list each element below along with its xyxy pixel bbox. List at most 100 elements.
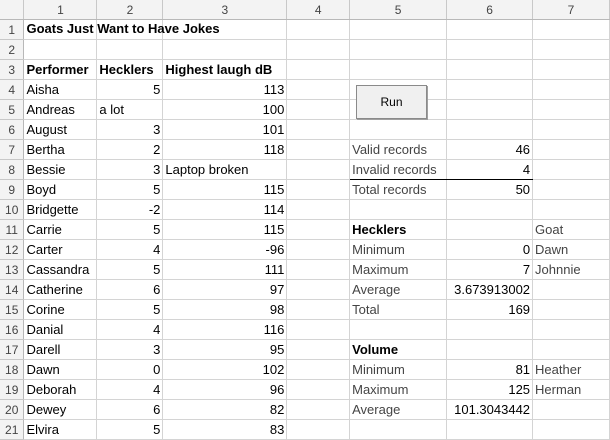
row-header-10[interactable]: 10 bbox=[0, 199, 25, 220]
cell[interactable] bbox=[532, 139, 610, 160]
cell[interactable] bbox=[286, 259, 351, 280]
cell[interactable] bbox=[286, 39, 351, 60]
hecklers-min-label[interactable]: Minimum bbox=[349, 239, 448, 260]
laugh-cell[interactable]: 113 bbox=[162, 79, 288, 100]
laugh-cell[interactable]: 95 bbox=[162, 339, 288, 360]
cell[interactable] bbox=[446, 419, 534, 440]
total-records-label[interactable]: Total records bbox=[349, 179, 448, 200]
laugh-cell[interactable]: 102 bbox=[162, 359, 288, 380]
invalid-records-label[interactable]: Invalid records bbox=[349, 159, 448, 180]
hecklers-cell[interactable]: 5 bbox=[96, 219, 164, 240]
performer-cell[interactable]: Elvira bbox=[23, 419, 98, 440]
laugh-cell[interactable]: 118 bbox=[162, 139, 288, 160]
volume-max-value[interactable]: 125 bbox=[446, 379, 534, 400]
hecklers-min-goat[interactable]: Dawn bbox=[532, 239, 610, 260]
column-header-1[interactable]: 1 bbox=[23, 0, 98, 20]
hecklers-cell[interactable]: 5 bbox=[96, 179, 164, 200]
title-cell[interactable]: Goats Just Want to Have Jokes bbox=[23, 19, 220, 40]
cell[interactable] bbox=[286, 299, 351, 320]
cell[interactable] bbox=[349, 39, 448, 60]
performer-cell[interactable]: Bridgette bbox=[23, 199, 98, 220]
volume-stats-heading[interactable]: Volume bbox=[349, 339, 448, 360]
run-button[interactable]: Run bbox=[356, 85, 427, 119]
performer-cell[interactable]: Cassandra bbox=[23, 259, 98, 280]
cell[interactable] bbox=[286, 159, 351, 180]
cell[interactable] bbox=[532, 59, 610, 80]
performer-cell[interactable]: Carrie bbox=[23, 219, 98, 240]
hecklers-avg-value[interactable]: 3.673913002 bbox=[446, 279, 534, 300]
row-header-19[interactable]: 19 bbox=[0, 379, 25, 400]
laugh-cell[interactable]: 100 bbox=[162, 99, 288, 120]
valid-records-value[interactable]: 46 bbox=[446, 139, 534, 160]
performer-cell[interactable]: Boyd bbox=[23, 179, 98, 200]
laugh-cell[interactable]: 116 bbox=[162, 319, 288, 340]
cell[interactable] bbox=[446, 119, 534, 140]
performer-cell[interactable]: Darell bbox=[23, 339, 98, 360]
hecklers-cell[interactable]: 5 bbox=[96, 79, 164, 100]
cell[interactable] bbox=[96, 39, 164, 60]
cell[interactable] bbox=[286, 79, 351, 100]
row-header-7[interactable]: 7 bbox=[0, 139, 25, 160]
row-header-16[interactable]: 16 bbox=[0, 319, 25, 340]
volume-max-goat[interactable]: Herman bbox=[532, 379, 610, 400]
row-header-3[interactable]: 3 bbox=[0, 59, 25, 80]
cell[interactable] bbox=[532, 299, 610, 320]
cell[interactable] bbox=[532, 339, 610, 360]
performer-cell[interactable]: Deborah bbox=[23, 379, 98, 400]
row-header-20[interactable]: 20 bbox=[0, 399, 25, 420]
cell[interactable] bbox=[286, 99, 351, 120]
hecklers-cell[interactable]: 4 bbox=[96, 239, 164, 260]
cell[interactable] bbox=[532, 39, 610, 60]
hecklers-max-label[interactable]: Maximum bbox=[349, 259, 448, 280]
header-performer[interactable]: Performer bbox=[23, 59, 98, 80]
volume-avg-value[interactable]: 101.3043442 bbox=[446, 399, 534, 420]
hecklers-cell[interactable]: 6 bbox=[96, 279, 164, 300]
cell[interactable] bbox=[446, 59, 534, 80]
performer-cell[interactable]: Bessie bbox=[23, 159, 98, 180]
cell[interactable] bbox=[532, 79, 610, 100]
hecklers-cell[interactable]: 4 bbox=[96, 379, 164, 400]
cell[interactable] bbox=[349, 319, 448, 340]
laugh-cell[interactable]: -96 bbox=[162, 239, 288, 260]
hecklers-cell[interactable]: 4 bbox=[96, 319, 164, 340]
hecklers-cell[interactable]: a lot bbox=[96, 99, 164, 120]
cell[interactable] bbox=[286, 139, 351, 160]
row-header-4[interactable]: 4 bbox=[0, 79, 25, 100]
hecklers-total-value[interactable]: 169 bbox=[446, 299, 534, 320]
row-header-13[interactable]: 13 bbox=[0, 259, 25, 280]
cell[interactable] bbox=[532, 279, 610, 300]
cell[interactable] bbox=[446, 79, 534, 100]
cell[interactable] bbox=[532, 399, 610, 420]
column-header-3[interactable]: 3 bbox=[162, 0, 288, 20]
cell[interactable] bbox=[286, 119, 351, 140]
cell[interactable] bbox=[349, 59, 448, 80]
hecklers-cell[interactable]: 2 bbox=[96, 139, 164, 160]
select-all-corner[interactable] bbox=[0, 0, 25, 20]
cell[interactable] bbox=[446, 219, 534, 240]
laugh-cell[interactable]: 115 bbox=[162, 179, 288, 200]
hecklers-max-goat[interactable]: Johnnie bbox=[532, 259, 610, 280]
hecklers-max-value[interactable]: 7 bbox=[446, 259, 534, 280]
performer-cell[interactable]: Aisha bbox=[23, 79, 98, 100]
column-header-2[interactable]: 2 bbox=[96, 0, 164, 20]
volume-min-value[interactable]: 81 bbox=[446, 359, 534, 380]
cell[interactable] bbox=[286, 19, 351, 40]
hecklers-cell[interactable]: 3 bbox=[96, 119, 164, 140]
cell[interactable] bbox=[532, 99, 610, 120]
row-header-12[interactable]: 12 bbox=[0, 239, 25, 260]
row-header-21[interactable]: 21 bbox=[0, 419, 25, 440]
column-header-4[interactable]: 4 bbox=[286, 0, 351, 20]
row-header-18[interactable]: 18 bbox=[0, 359, 25, 380]
laugh-cell[interactable]: 115 bbox=[162, 219, 288, 240]
cell[interactable] bbox=[23, 39, 98, 60]
laugh-cell[interactable]: 82 bbox=[162, 399, 288, 420]
row-header-2[interactable]: 2 bbox=[0, 39, 25, 60]
laugh-cell[interactable]: 114 bbox=[162, 199, 288, 220]
total-records-value[interactable]: 50 bbox=[446, 179, 534, 200]
cell[interactable] bbox=[532, 419, 610, 440]
cell[interactable] bbox=[532, 159, 610, 180]
column-header-5[interactable]: 5 bbox=[349, 0, 448, 20]
laugh-cell[interactable]: 96 bbox=[162, 379, 288, 400]
cell[interactable] bbox=[446, 339, 534, 360]
cell[interactable] bbox=[286, 179, 351, 200]
